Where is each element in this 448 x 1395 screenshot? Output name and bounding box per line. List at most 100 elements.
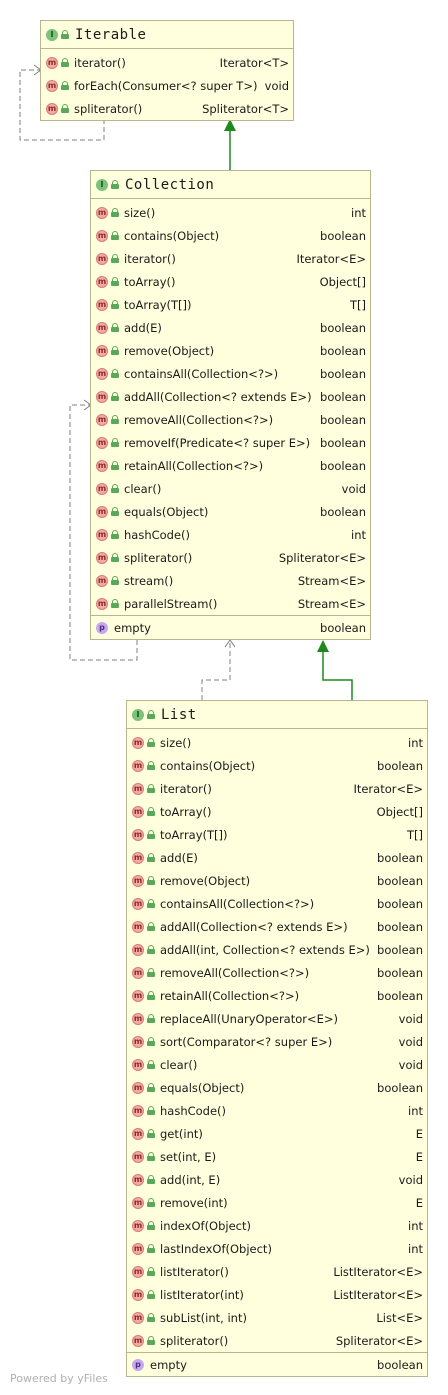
method-icon: m <box>96 206 108 219</box>
method-row[interactable]: m sort(Comparator<? super E>) void <box>127 1030 427 1053</box>
method-name: size() <box>160 735 192 750</box>
method-row[interactable]: m removeAll(Collection<?>) boolean <box>127 961 427 984</box>
method-row[interactable]: m forEach(Consumer<? super T>) void <box>41 74 293 97</box>
properties-section: p empty boolean <box>127 1352 427 1376</box>
method-row[interactable]: m remove(Object) boolean <box>127 869 427 892</box>
public-lock-icon <box>147 1336 155 1345</box>
method-name: removeAll(Collection<?>) <box>124 412 274 427</box>
public-lock-icon <box>147 807 155 816</box>
method-row[interactable]: m clear() void <box>91 477 370 500</box>
public-lock-icon <box>147 991 155 1000</box>
method-row[interactable]: m size() int <box>91 201 370 224</box>
public-lock-icon <box>147 784 155 793</box>
method-row[interactable]: m indexOf(Object) int <box>127 1214 427 1237</box>
method-row[interactable]: m equals(Object) boolean <box>91 500 370 523</box>
method-row[interactable]: m addAll(Collection<? extends E>) boolean <box>127 915 427 938</box>
method-row[interactable]: m size() int <box>127 731 427 754</box>
methods-section: m size() int m contains(Object) boolean m itera… <box>127 729 427 1352</box>
public-lock-icon <box>111 231 119 240</box>
method-row[interactable]: m remove(Object) boolean <box>91 339 370 362</box>
method-icon: m <box>132 782 144 795</box>
method-return-type: E <box>415 1149 423 1164</box>
public-lock-icon <box>111 484 119 493</box>
method-return-type: boolean <box>320 412 366 427</box>
method-return-type: Stream<E> <box>297 596 366 611</box>
method-row[interactable]: m parallelStream() Stream<E> <box>91 592 370 615</box>
method-row[interactable]: m set(int, E) E <box>127 1145 427 1168</box>
method-row[interactable]: m iterator() Iterator<E> <box>127 777 427 800</box>
public-lock-icon <box>111 254 119 263</box>
method-row[interactable]: m spliterator() Spliterator<E> <box>127 1329 427 1352</box>
method-row[interactable]: m get(int) E <box>127 1122 427 1145</box>
property-row[interactable]: p empty boolean <box>127 1353 427 1376</box>
method-row[interactable]: m retainAll(Collection<?>) boolean <box>127 984 427 1007</box>
method-row[interactable]: m removeIf(Predicate<? super E>) boolean <box>91 431 370 454</box>
method-row[interactable]: m listIterator() ListIterator<E> <box>127 1260 427 1283</box>
method-row[interactable]: m remove(int) E <box>127 1191 427 1214</box>
method-icon: m <box>96 459 108 472</box>
method-return-type: Iterator<T> <box>219 55 289 70</box>
method-row[interactable]: m iterator() Iterator<T> <box>41 51 293 74</box>
method-icon: m <box>96 252 108 265</box>
method-row[interactable]: m hashCode() int <box>127 1099 427 1122</box>
method-row[interactable]: m removeAll(Collection<?>) boolean <box>91 408 370 431</box>
method-row[interactable]: m clear() void <box>127 1053 427 1076</box>
interface-icon: I <box>46 28 58 41</box>
method-row[interactable]: m spliterator() Spliterator<E> <box>91 546 370 569</box>
method-row[interactable]: m containsAll(Collection<?>) boolean <box>91 362 370 385</box>
method-row[interactable]: m containsAll(Collection<?>) boolean <box>127 892 427 915</box>
method-name: iterator() <box>124 251 176 266</box>
method-row[interactable]: m toArray(T[]) T[] <box>127 823 427 846</box>
method-icon: m <box>132 1150 144 1163</box>
method-icon: m <box>96 344 108 357</box>
method-row[interactable]: m add(E) boolean <box>127 846 427 869</box>
method-name: retainAll(Collection<?>) <box>124 458 264 473</box>
method-icon: m <box>132 1173 144 1186</box>
method-row[interactable]: m add(E) boolean <box>91 316 370 339</box>
method-row[interactable]: m contains(Object) boolean <box>127 754 427 777</box>
method-row[interactable]: m toArray(T[]) T[] <box>91 293 370 316</box>
method-row[interactable]: m toArray() Object[] <box>91 270 370 293</box>
method-row[interactable]: m hashCode() int <box>91 523 370 546</box>
method-return-type: boolean <box>320 366 366 381</box>
method-row[interactable]: m stream() Stream<E> <box>91 569 370 592</box>
method-return-type: Spliterator<E> <box>335 1333 423 1348</box>
method-row[interactable]: m equals(Object) boolean <box>127 1076 427 1099</box>
method-row[interactable]: m retainAll(Collection<?>) boolean <box>91 454 370 477</box>
method-icon: m <box>96 597 108 610</box>
method-row[interactable]: m lastIndexOf(Object) int <box>127 1237 427 1260</box>
method-row[interactable]: m contains(Object) boolean <box>91 224 370 247</box>
method-row[interactable]: m spliterator() Spliterator<T> <box>41 97 293 120</box>
method-icon: m <box>132 874 144 887</box>
method-row[interactable]: m addAll(int, Collection<? extends E>) boo… <box>127 938 427 961</box>
method-row[interactable]: m toArray() Object[] <box>127 800 427 823</box>
method-return-type: int <box>408 1218 423 1233</box>
method-return-type: boolean <box>320 343 366 358</box>
iterable-node[interactable]: I Iterable m iterator() Iterator<T> m forEac… <box>40 20 294 121</box>
edge-collection-extends-iterable <box>224 119 236 170</box>
interface-icon: I <box>96 178 108 191</box>
method-name: equals(Object) <box>124 504 209 519</box>
method-row[interactable]: m addAll(Collection<? extends E>) boolean <box>91 385 370 408</box>
method-icon: m <box>96 321 108 334</box>
collection-node[interactable]: I Collection m size() int m contains(Object)… <box>90 170 371 640</box>
method-return-type: List<E> <box>376 1310 423 1325</box>
property-row[interactable]: p empty boolean <box>91 616 370 639</box>
method-return-type: int <box>408 1103 423 1118</box>
method-row[interactable]: m iterator() Iterator<E> <box>91 247 370 270</box>
method-name: stream() <box>124 573 174 588</box>
list-node[interactable]: I List m size() int m contains(Object) boolea… <box>126 700 428 1377</box>
method-name: removeAll(Collection<?>) <box>160 965 310 980</box>
method-icon: m <box>96 505 108 518</box>
method-row[interactable]: m listIterator(int) ListIterator<E> <box>127 1283 427 1306</box>
method-row[interactable]: m replaceAll(UnaryOperator<E>) void <box>127 1007 427 1030</box>
method-return-type: Iterator<E> <box>296 251 366 266</box>
public-lock-icon <box>147 1290 155 1299</box>
method-row[interactable]: m add(int, E) void <box>127 1168 427 1191</box>
lock-icon <box>111 180 119 189</box>
method-row[interactable]: m subList(int, int) List<E> <box>127 1306 427 1329</box>
powered-by-footer: Powered by yFiles <box>10 1372 108 1385</box>
node-header: I Iterable <box>41 21 293 49</box>
method-icon: m <box>132 1127 144 1140</box>
public-lock-icon <box>147 1198 155 1207</box>
